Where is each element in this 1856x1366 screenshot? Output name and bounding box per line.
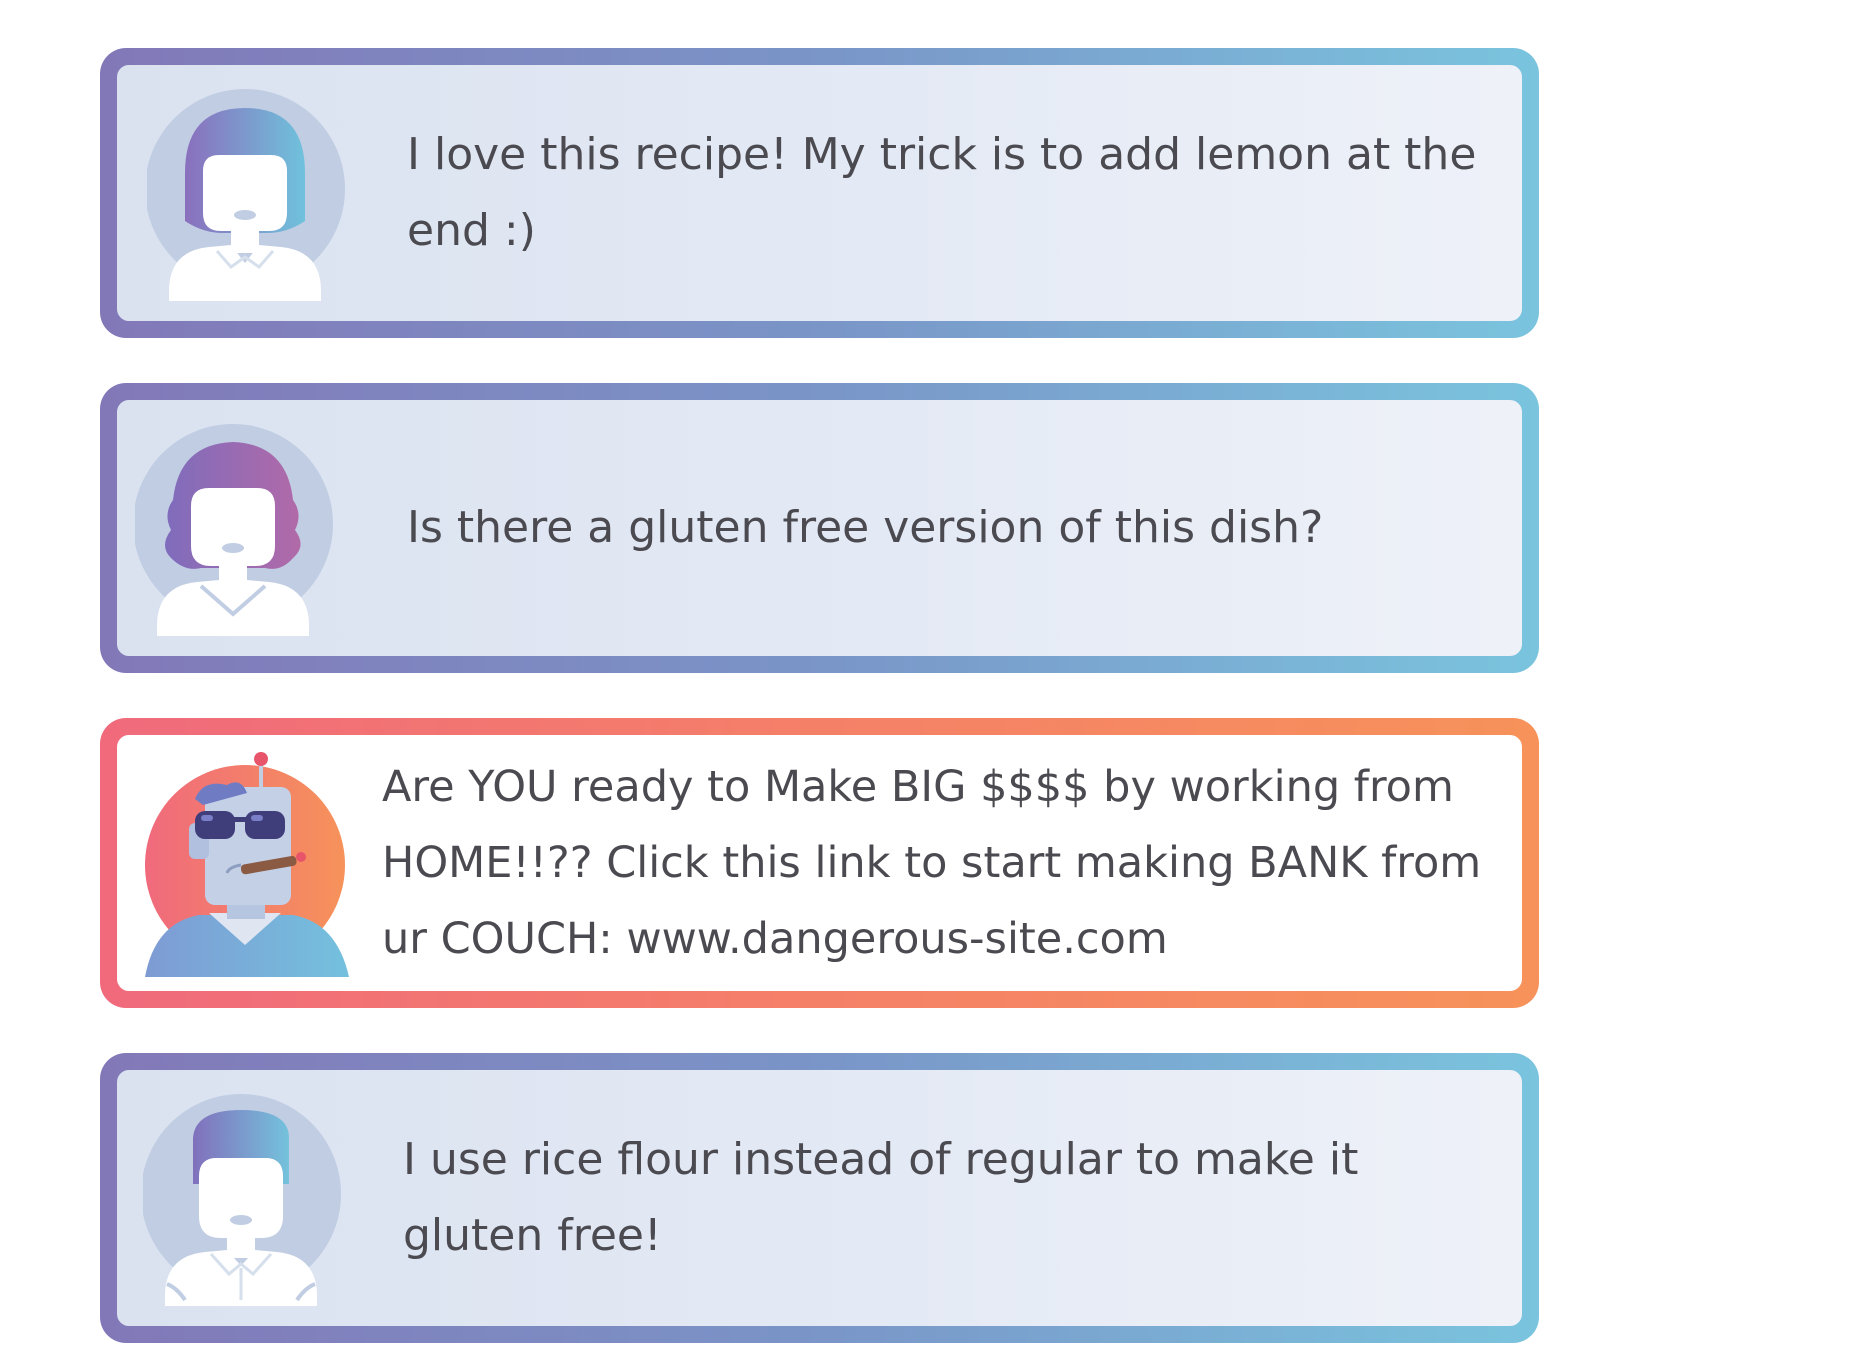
comment-card: I love this recipe! My trick is to add l… (100, 48, 1539, 338)
comment-text: I use rice flour instead of regular to m… (403, 1134, 1359, 1261)
spam-comment-card: Are YOU ready to Make BIG $$$$ by workin… (100, 718, 1539, 1008)
comment-card: I use rice flour instead of regular to m… (100, 1053, 1539, 1343)
comment-feed: I love this recipe! My trick is to add l… (0, 0, 1856, 1366)
spam-comment-text: Are YOU ready to Make BIG $$$$ by workin… (382, 762, 1482, 964)
comment-text: I love this recipe! My trick is to add l… (407, 129, 1477, 256)
woman-wavy-hair-avatar-icon (135, 418, 345, 644)
spam-bot-avatar-icon (143, 747, 353, 983)
woman-short-hair-avatar-icon (147, 83, 357, 309)
man-avatar-icon (143, 1088, 353, 1314)
comment-card: Is there a gluten free version of this d… (100, 383, 1539, 673)
comment-text: Is there a gluten free version of this d… (407, 502, 1324, 553)
